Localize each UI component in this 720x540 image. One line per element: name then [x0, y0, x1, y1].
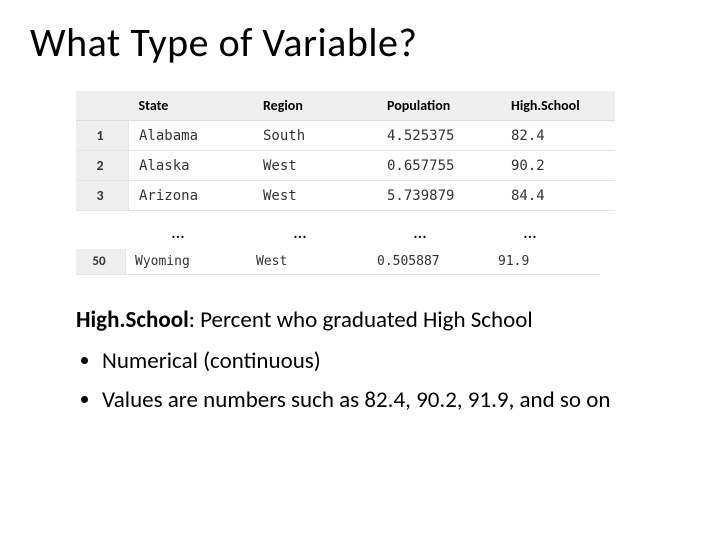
table-corner [76, 91, 129, 121]
row-number: 3 [76, 181, 129, 211]
ellipsis-mark: … [116, 221, 240, 243]
list-item: Values are numbers such as 82.4, 90.2, 9… [102, 385, 690, 416]
cell-region: West [247, 249, 368, 275]
cell-population: 5.739879 [377, 181, 501, 211]
ellipsis-mark: … [480, 221, 580, 243]
description-block: High.School: Percent who graduated High … [76, 305, 690, 416]
cell-population: 0.657755 [377, 151, 501, 181]
data-table-wrap: State Region Population High.School 1 Al… [76, 91, 690, 211]
description-definition: : Percent who graduated High School [189, 306, 533, 334]
description-term: High.School [76, 306, 189, 334]
cell-highschool: 90.2 [501, 151, 615, 181]
cell-region: West [253, 181, 377, 211]
bullet-list: Numerical (continuous) Values are number… [76, 346, 690, 416]
page-title: What Type of Variable? [30, 18, 690, 67]
slide: What Type of Variable? State Region Popu… [0, 0, 720, 540]
cell-population: 4.525375 [377, 121, 501, 151]
table-row: 3 Arizona West 5.739879 84.4 [76, 181, 615, 211]
col-header-population: Population [377, 91, 501, 121]
ellipsis-row: … … … … [76, 217, 690, 249]
row-number: 1 [76, 121, 129, 151]
cell-state: Alaska [129, 151, 254, 181]
description-line: High.School: Percent who graduated High … [76, 305, 690, 336]
ellipsis-spacer [76, 221, 116, 243]
cell-region: West [253, 151, 377, 181]
table-row: 50 Wyoming West 0.505887 91.9 [76, 249, 600, 275]
cell-state: Arizona [129, 181, 254, 211]
row-number: 50 [76, 249, 126, 275]
cell-highschool: 82.4 [501, 121, 615, 151]
table-row: 2 Alaska West 0.657755 90.2 [76, 151, 615, 181]
data-table-last: 50 Wyoming West 0.505887 91.9 [76, 249, 600, 275]
cell-highschool: 91.9 [489, 249, 600, 275]
list-item: Numerical (continuous) [102, 346, 690, 377]
cell-state: Wyoming [126, 249, 248, 275]
cell-highschool: 84.4 [501, 181, 615, 211]
ellipsis-mark: … [240, 221, 360, 243]
cell-region: South [253, 121, 377, 151]
data-table: State Region Population High.School 1 Al… [76, 91, 615, 211]
table-header-row: State Region Population High.School [76, 91, 615, 121]
ellipsis-mark: … [360, 221, 480, 243]
cell-state: Alabama [129, 121, 254, 151]
col-header-region: Region [253, 91, 377, 121]
table-row: 1 Alabama South 4.525375 82.4 [76, 121, 615, 151]
col-header-state: State [129, 91, 254, 121]
row-number: 2 [76, 151, 129, 181]
col-header-highschool: High.School [501, 91, 615, 121]
cell-population: 0.505887 [368, 249, 489, 275]
